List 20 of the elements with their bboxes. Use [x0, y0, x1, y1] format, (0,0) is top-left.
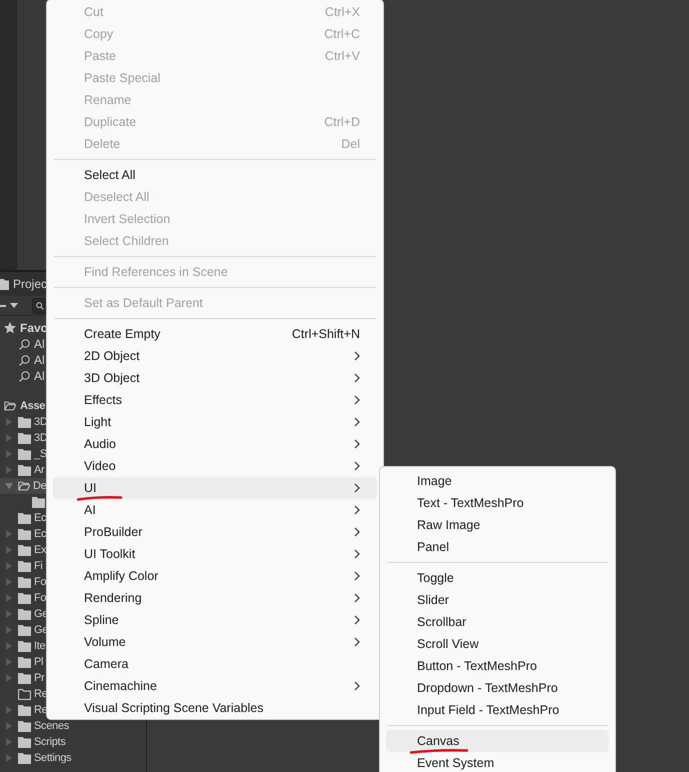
shortcut-text: Ctrl+C: [324, 26, 360, 43]
folder-name: Ex: [34, 542, 46, 558]
folder-name: Pr: [34, 670, 44, 686]
shortcut-text: Del: [341, 136, 360, 153]
folder-name: Scenes: [34, 718, 69, 734]
shortcut-text: Ctrl+X: [324, 4, 360, 21]
shortcut-text: Ctrl+V: [324, 48, 360, 65]
folder-name: Pl: [34, 654, 44, 670]
folder-name: Fo: [34, 574, 46, 590]
folder-name: Ite: [34, 638, 46, 654]
folder-name: Fo: [34, 590, 46, 606]
shortcut-text: Ctrl+D: [324, 114, 360, 131]
folder-name: Fi: [34, 558, 43, 574]
folder-name: De: [33, 478, 46, 494]
folder-name: Ar: [34, 462, 44, 478]
folder-name: Settings: [34, 750, 72, 766]
folder-name: Scripts: [34, 734, 66, 750]
folder-name: Ec: [34, 510, 46, 526]
folder-name: Ec: [34, 526, 46, 542]
shortcut-text: Ctrl+Shift+N: [292, 326, 360, 343]
